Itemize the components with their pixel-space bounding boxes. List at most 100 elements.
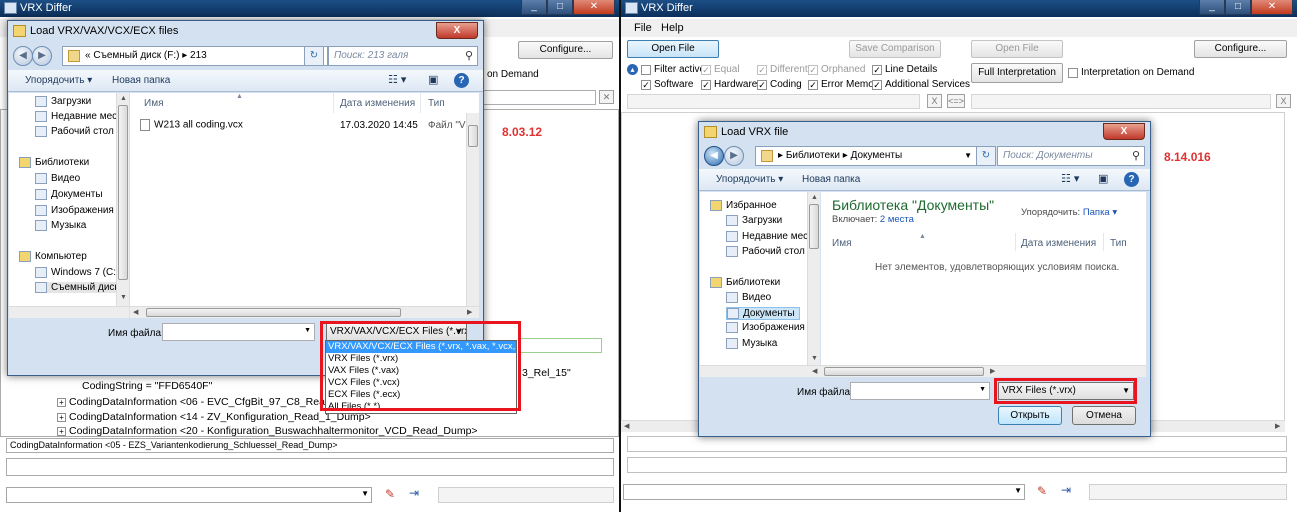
library-places-link[interactable]: 2 места [880, 214, 914, 225]
right-clear-button-1[interactable]: X [927, 94, 942, 108]
category-checkbox[interactable]: ✓ Additional Services [872, 79, 970, 90]
left-nav-hscroll[interactable] [9, 306, 129, 318]
save-comparison-button[interactable]: Save Comparison [849, 40, 941, 58]
checkbox-box[interactable]: ✓ [701, 64, 711, 75]
chevron-down-icon[interactable]: ▼ [964, 147, 972, 165]
expand-icon[interactable]: + [57, 397, 66, 407]
preview-pane-icon[interactable]: ▣ [1098, 172, 1108, 185]
back-icon[interactable]: ◀ [13, 46, 33, 66]
nav-item[interactable]: Документы [35, 189, 103, 200]
checkbox-box[interactable]: ✓ [757, 64, 767, 75]
close-icon[interactable]: ✕ [573, 0, 615, 15]
checkbox-box[interactable]: ✓ [701, 79, 711, 90]
col-date-header[interactable]: Дата изменения [340, 98, 415, 109]
dialog-close-button[interactable]: X [436, 22, 478, 39]
left-search-input[interactable]: Поиск: 213 галя ⚲ [328, 46, 478, 66]
left-address-bar[interactable]: « Съемный диск (F:) ▸ 213 ▼ [62, 46, 328, 66]
refresh-icon[interactable]: ↻ [304, 46, 324, 66]
dialog-close-button[interactable]: X [1103, 123, 1145, 140]
cancel-button[interactable]: Отмена [1072, 406, 1136, 425]
col-name-header[interactable]: Имя [832, 238, 851, 249]
file-row[interactable]: W213 all coding.vcx [140, 119, 243, 131]
help-icon[interactable]: ? [454, 73, 469, 88]
open-button[interactable]: Открыть [998, 406, 1062, 425]
organize-button[interactable]: Упорядочить ▾ [716, 174, 783, 185]
right-file-field-1[interactable] [627, 94, 920, 109]
right-search-input[interactable]: Поиск: Документы ⚲ [997, 146, 1145, 166]
pen-icon[interactable]: ✎ [1037, 484, 1047, 498]
import-icon[interactable]: ⇥ [409, 486, 419, 500]
checkbox-box[interactable]: ✓ [872, 64, 882, 75]
view-icon[interactable]: ☷ ▾ [388, 73, 406, 86]
nav-item[interactable]: Недавние места [726, 231, 818, 242]
nav-item[interactable]: Музыка [35, 220, 86, 231]
new-folder-button[interactable]: Новая папка [802, 174, 860, 185]
nav-item[interactable]: Изображения [35, 205, 114, 216]
nav-item[interactable]: Документы [726, 307, 800, 320]
full-interpretation-button[interactable]: Full Interpretation [971, 63, 1063, 83]
organize-button[interactable]: Упорядочить ▾ [25, 75, 92, 86]
left-configure-button[interactable]: Configure... [518, 41, 613, 59]
nav-item[interactable]: Библиотеки [710, 277, 780, 288]
checkbox-box[interactable]: ✓ [808, 64, 818, 75]
filter-checkbox[interactable]: ✓ Different [757, 64, 808, 75]
right-input-field[interactable] [627, 457, 1287, 473]
interpretation-on-demand-checkbox[interactable]: Interpretation on Demand [1068, 67, 1194, 78]
preview-pane-icon[interactable]: ▣ [428, 73, 438, 86]
nav-item[interactable]: Библиотеки [19, 157, 89, 168]
expand-icon[interactable]: + [57, 412, 66, 422]
nav-item[interactable]: Загрузки [35, 96, 91, 107]
filter-checkbox[interactable]: ✓ Equal [701, 64, 740, 75]
nav-item[interactable]: Компьютер [19, 251, 87, 262]
category-checkbox[interactable]: ✓ Coding [757, 79, 802, 90]
right-configure-button[interactable]: Configure... [1194, 40, 1287, 58]
open-file-button-2[interactable]: Open File [971, 40, 1063, 58]
col-type-header[interactable]: Тип [1110, 238, 1127, 249]
swap-button[interactable]: <=> [947, 94, 965, 108]
close-icon[interactable]: ✕ [1251, 0, 1293, 15]
search-icon[interactable]: ⚲ [1132, 147, 1140, 165]
filter-checkbox[interactable]: ✓ Orphaned [808, 64, 865, 75]
import-icon[interactable]: ⇥ [1061, 483, 1071, 497]
expand-icon[interactable]: + [57, 426, 66, 436]
refresh-icon[interactable]: ↻ [976, 146, 996, 166]
view-icon[interactable]: ☷ ▾ [1061, 172, 1079, 185]
forward-icon[interactable]: ▶ [32, 46, 52, 66]
checkbox-box[interactable]: ✓ [641, 79, 651, 90]
nav-item[interactable]: Видео [35, 173, 80, 184]
filter-checkbox[interactable]: ✓ Line Details [872, 64, 937, 75]
back-icon[interactable]: ◀ [704, 146, 724, 166]
nav-item[interactable]: Windows 7 (C:) [35, 267, 119, 278]
nav-item[interactable]: Недавние места [35, 111, 127, 122]
col-name-header[interactable]: Имя [144, 98, 163, 109]
open-file-button-1[interactable]: Open File [627, 40, 719, 58]
new-folder-button[interactable]: Новая папка [112, 75, 170, 86]
right-address-bar[interactable]: ▸ Библиотеки ▸ Документы ▼ [755, 146, 977, 166]
nav-item[interactable]: Загрузки [726, 215, 782, 226]
maximize-icon[interactable]: □ [547, 0, 573, 15]
left-file-vscroll[interactable] [466, 113, 479, 306]
right-nav-hscroll[interactable]: ◀ ▶ [700, 365, 1146, 377]
left-nav-scrollbar[interactable]: ▲ ▼ [116, 93, 129, 306]
menu-help[interactable]: Help [661, 22, 684, 34]
nav-item[interactable]: Избранное [710, 200, 777, 211]
checkbox-box[interactable]: ✓ [808, 79, 818, 90]
left-file-field[interactable] [482, 90, 596, 105]
filename-input[interactable]: ▼ [850, 382, 990, 400]
help-icon[interactable]: ? [1124, 172, 1139, 187]
checkbox-box[interactable] [641, 64, 651, 75]
category-checkbox[interactable]: ✓ Software [641, 79, 693, 90]
arrange-by-folder-button[interactable]: Папка ▾ [1083, 207, 1117, 218]
nav-item[interactable]: Съемный диск ( [35, 282, 125, 293]
checkbox-box[interactable]: ✓ [757, 79, 767, 90]
info-toggle-icon[interactable]: ▴ [627, 64, 638, 75]
right-bottom-combo[interactable]: ▼ [623, 484, 1025, 500]
col-date-header[interactable]: Дата изменения [1021, 238, 1096, 249]
filename-input[interactable]: ▼ [162, 323, 315, 341]
col-type-header[interactable]: Тип [428, 98, 445, 109]
filter-checkbox[interactable]: Filter active [641, 64, 705, 75]
tree-node[interactable]: + CodingDataInformation <14 - ZV_Konfigur… [57, 411, 371, 423]
left-bottom-combo[interactable]: ▼ [6, 487, 372, 503]
nav-item[interactable]: Видео [726, 292, 771, 303]
search-icon[interactable]: ⚲ [465, 47, 473, 65]
